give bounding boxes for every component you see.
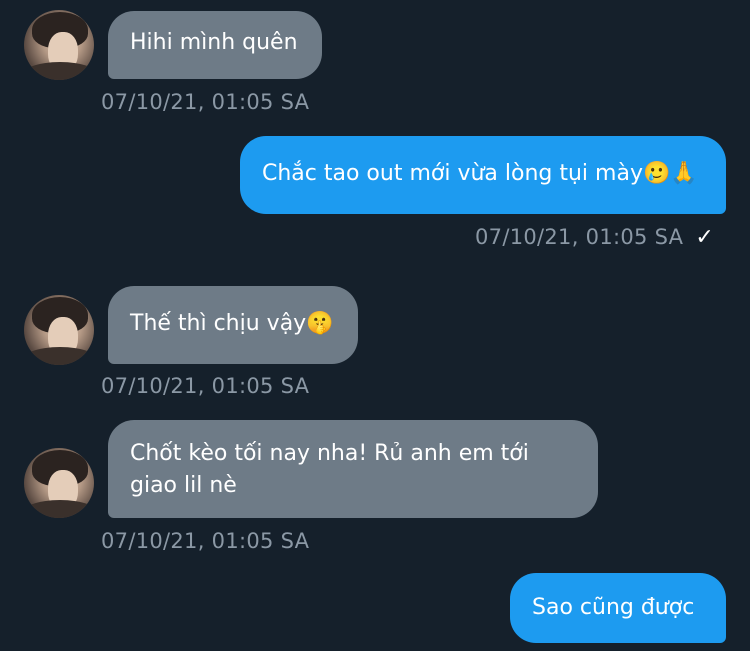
message-text: Hihi mình quên — [130, 30, 298, 55]
message-timestamp: 07/10/21, 01:05 SA — [101, 374, 310, 398]
message-text: Chốt kèo tối nay nha! Rủ anh em tới giao… — [130, 441, 529, 498]
message-bubble-incoming[interactable]: Hihi mình quên — [108, 11, 322, 79]
message-text: Sao cũng được — [532, 595, 695, 620]
conversation-thread: Hihi mình quên 07/10/21, 01:05 SA Chắc t… — [0, 0, 750, 651]
message-timestamp: 07/10/21, 01:05 SA — [101, 529, 310, 553]
message-text: Thế thì chịu vậy🤫 — [130, 311, 334, 336]
contact-avatar[interactable] — [24, 448, 94, 518]
message-bubble-outgoing[interactable]: Chắc tao out mới vừa lòng tụi mày🥲🙏 — [240, 136, 726, 214]
contact-avatar[interactable] — [24, 295, 94, 365]
contact-avatar[interactable] — [24, 10, 94, 80]
message-timestamp: 07/10/21, 01:05 SA — [475, 225, 684, 249]
message-timestamp-row: 07/10/21, 01:05 SA ✓ — [475, 225, 714, 250]
message-text: Chắc tao out mới vừa lòng tụi mày🥲🙏 — [262, 161, 698, 186]
message-bubble-incoming[interactable]: Chốt kèo tối nay nha! Rủ anh em tới giao… — [108, 420, 598, 518]
message-bubble-incoming[interactable]: Thế thì chịu vậy🤫 — [108, 286, 358, 364]
message-bubble-outgoing[interactable]: Sao cũng được — [510, 573, 726, 643]
sent-check-icon: ✓ — [695, 225, 715, 250]
message-timestamp: 07/10/21, 01:05 SA — [101, 90, 310, 114]
